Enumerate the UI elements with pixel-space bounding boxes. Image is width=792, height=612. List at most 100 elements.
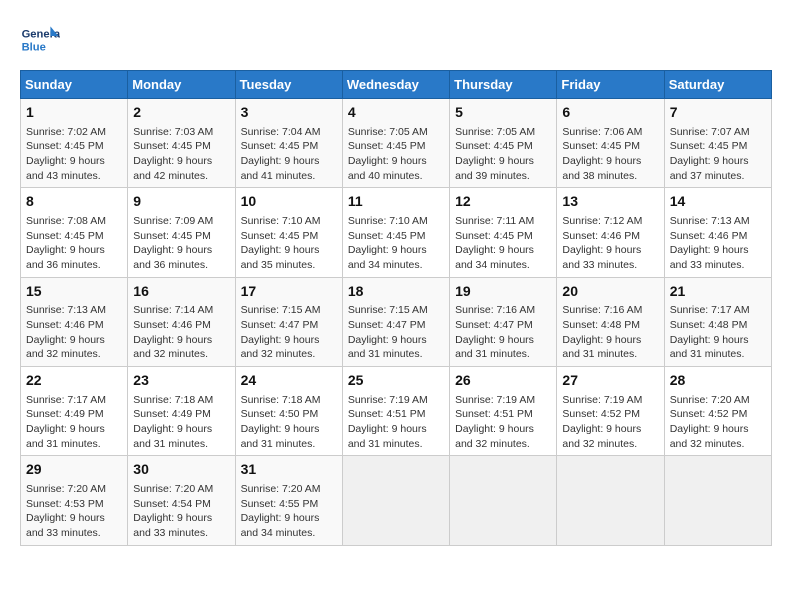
sunrise: Sunrise: 7:15 AM [241, 304, 321, 316]
sunrise: Sunrise: 7:19 AM [455, 394, 535, 406]
daylight: Daylight: 9 hours and 31 minutes. [348, 423, 427, 450]
sunset: Sunset: 4:53 PM [26, 498, 104, 510]
daylight: Daylight: 9 hours and 32 minutes. [562, 423, 641, 450]
sunset: Sunset: 4:54 PM [133, 498, 211, 510]
calendar-body: 1Sunrise: 7:02 AMSunset: 4:45 PMDaylight… [21, 99, 772, 546]
sunrise: Sunrise: 7:06 AM [562, 126, 642, 138]
daylight: Daylight: 9 hours and 32 minutes. [26, 334, 105, 361]
calendar-cell: 6Sunrise: 7:06 AMSunset: 4:45 PMDaylight… [557, 99, 664, 188]
sunrise: Sunrise: 7:10 AM [241, 215, 321, 227]
calendar-cell: 8Sunrise: 7:08 AMSunset: 4:45 PMDaylight… [21, 188, 128, 277]
sunrise: Sunrise: 7:20 AM [26, 483, 106, 495]
calendar-cell: 12Sunrise: 7:11 AMSunset: 4:45 PMDayligh… [450, 188, 557, 277]
calendar-cell [450, 456, 557, 545]
daylight: Daylight: 9 hours and 32 minutes. [133, 334, 212, 361]
calendar-cell: 9Sunrise: 7:09 AMSunset: 4:45 PMDaylight… [128, 188, 235, 277]
sunset: Sunset: 4:49 PM [26, 408, 104, 420]
calendar-cell: 20Sunrise: 7:16 AMSunset: 4:48 PMDayligh… [557, 277, 664, 366]
daylight: Daylight: 9 hours and 40 minutes. [348, 155, 427, 182]
sunset: Sunset: 4:46 PM [562, 230, 640, 242]
day-number: 7 [670, 103, 766, 123]
sunrise: Sunrise: 7:17 AM [26, 394, 106, 406]
sunrise: Sunrise: 7:18 AM [241, 394, 321, 406]
sunrise: Sunrise: 7:02 AM [26, 126, 106, 138]
daylight: Daylight: 9 hours and 32 minutes. [670, 423, 749, 450]
day-number: 27 [562, 371, 658, 391]
day-number: 25 [348, 371, 444, 391]
day-number: 8 [26, 192, 122, 212]
sunrise: Sunrise: 7:08 AM [26, 215, 106, 227]
day-number: 20 [562, 282, 658, 302]
daylight: Daylight: 9 hours and 33 minutes. [562, 244, 641, 271]
daylight: Daylight: 9 hours and 31 minutes. [241, 423, 320, 450]
sunset: Sunset: 4:45 PM [26, 140, 104, 152]
day-number: 10 [241, 192, 337, 212]
daylight: Daylight: 9 hours and 39 minutes. [455, 155, 534, 182]
sunrise: Sunrise: 7:10 AM [348, 215, 428, 227]
calendar-cell: 23Sunrise: 7:18 AMSunset: 4:49 PMDayligh… [128, 367, 235, 456]
calendar-cell: 21Sunrise: 7:17 AMSunset: 4:48 PMDayligh… [664, 277, 771, 366]
sunset: Sunset: 4:45 PM [241, 230, 319, 242]
calendar-cell: 3Sunrise: 7:04 AMSunset: 4:45 PMDaylight… [235, 99, 342, 188]
daylight: Daylight: 9 hours and 31 minutes. [26, 423, 105, 450]
daylight: Daylight: 9 hours and 33 minutes. [133, 512, 212, 539]
day-number: 4 [348, 103, 444, 123]
sunset: Sunset: 4:45 PM [670, 140, 748, 152]
daylight: Daylight: 9 hours and 36 minutes. [26, 244, 105, 271]
calendar-cell: 24Sunrise: 7:18 AMSunset: 4:50 PMDayligh… [235, 367, 342, 456]
sunset: Sunset: 4:46 PM [26, 319, 104, 331]
calendar-week-row: 22Sunrise: 7:17 AMSunset: 4:49 PMDayligh… [21, 367, 772, 456]
day-of-week-header: Friday [557, 71, 664, 99]
calendar-cell: 22Sunrise: 7:17 AMSunset: 4:49 PMDayligh… [21, 367, 128, 456]
day-number: 16 [133, 282, 229, 302]
svg-text:Blue: Blue [22, 41, 46, 53]
day-of-week-header: Thursday [450, 71, 557, 99]
daylight: Daylight: 9 hours and 32 minutes. [455, 423, 534, 450]
day-number: 6 [562, 103, 658, 123]
day-number: 29 [26, 460, 122, 480]
calendar-cell: 5Sunrise: 7:05 AMSunset: 4:45 PMDaylight… [450, 99, 557, 188]
daylight: Daylight: 9 hours and 38 minutes. [562, 155, 641, 182]
sunset: Sunset: 4:52 PM [670, 408, 748, 420]
day-number: 21 [670, 282, 766, 302]
daylight: Daylight: 9 hours and 32 minutes. [241, 334, 320, 361]
day-number: 12 [455, 192, 551, 212]
day-number: 11 [348, 192, 444, 212]
calendar-cell: 29Sunrise: 7:20 AMSunset: 4:53 PMDayligh… [21, 456, 128, 545]
day-number: 13 [562, 192, 658, 212]
calendar-cell: 15Sunrise: 7:13 AMSunset: 4:46 PMDayligh… [21, 277, 128, 366]
sunrise: Sunrise: 7:09 AM [133, 215, 213, 227]
calendar-cell: 14Sunrise: 7:13 AMSunset: 4:46 PMDayligh… [664, 188, 771, 277]
sunrise: Sunrise: 7:05 AM [455, 126, 535, 138]
calendar-cell: 31Sunrise: 7:20 AMSunset: 4:55 PMDayligh… [235, 456, 342, 545]
sunset: Sunset: 4:47 PM [348, 319, 426, 331]
calendar-week-row: 29 Sunrise: 7:20 AM Sunset: 4:53 PM Dayligh… [21, 456, 772, 545]
daylight: Daylight: 9 hours and 33 minutes. [670, 244, 749, 271]
sunrise: Sunrise: 7:20 AM [133, 483, 213, 495]
sunrise: Sunrise: 7:14 AM [133, 304, 213, 316]
calendar-cell [664, 456, 771, 545]
sunset: Sunset: 4:46 PM [133, 319, 211, 331]
daylight: Daylight: 9 hours and 31 minutes. [348, 334, 427, 361]
calendar-cell: 1Sunrise: 7:02 AMSunset: 4:45 PMDaylight… [21, 99, 128, 188]
sunset: Sunset: 4:51 PM [348, 408, 426, 420]
sunrise: Sunrise: 7:05 AM [348, 126, 428, 138]
sunset: Sunset: 4:48 PM [562, 319, 640, 331]
day-number: 15 [26, 282, 122, 302]
calendar-header-row: SundayMondayTuesdayWednesdayThursdayFrid… [21, 71, 772, 99]
sunset: Sunset: 4:45 PM [241, 140, 319, 152]
sunrise: Sunrise: 7:17 AM [670, 304, 750, 316]
day-of-week-header: Sunday [21, 71, 128, 99]
calendar-cell: 26Sunrise: 7:19 AMSunset: 4:51 PMDayligh… [450, 367, 557, 456]
sunset: Sunset: 4:46 PM [670, 230, 748, 242]
day-number: 18 [348, 282, 444, 302]
day-number: 23 [133, 371, 229, 391]
sunset: Sunset: 4:45 PM [348, 230, 426, 242]
day-number: 14 [670, 192, 766, 212]
day-number: 17 [241, 282, 337, 302]
calendar-cell: 28Sunrise: 7:20 AMSunset: 4:52 PMDayligh… [664, 367, 771, 456]
sunrise: Sunrise: 7:11 AM [455, 215, 534, 227]
calendar-cell: 2Sunrise: 7:03 AMSunset: 4:45 PMDaylight… [128, 99, 235, 188]
calendar-cell: 18Sunrise: 7:15 AMSunset: 4:47 PMDayligh… [342, 277, 449, 366]
daylight: Daylight: 9 hours and 34 minutes. [241, 512, 320, 539]
